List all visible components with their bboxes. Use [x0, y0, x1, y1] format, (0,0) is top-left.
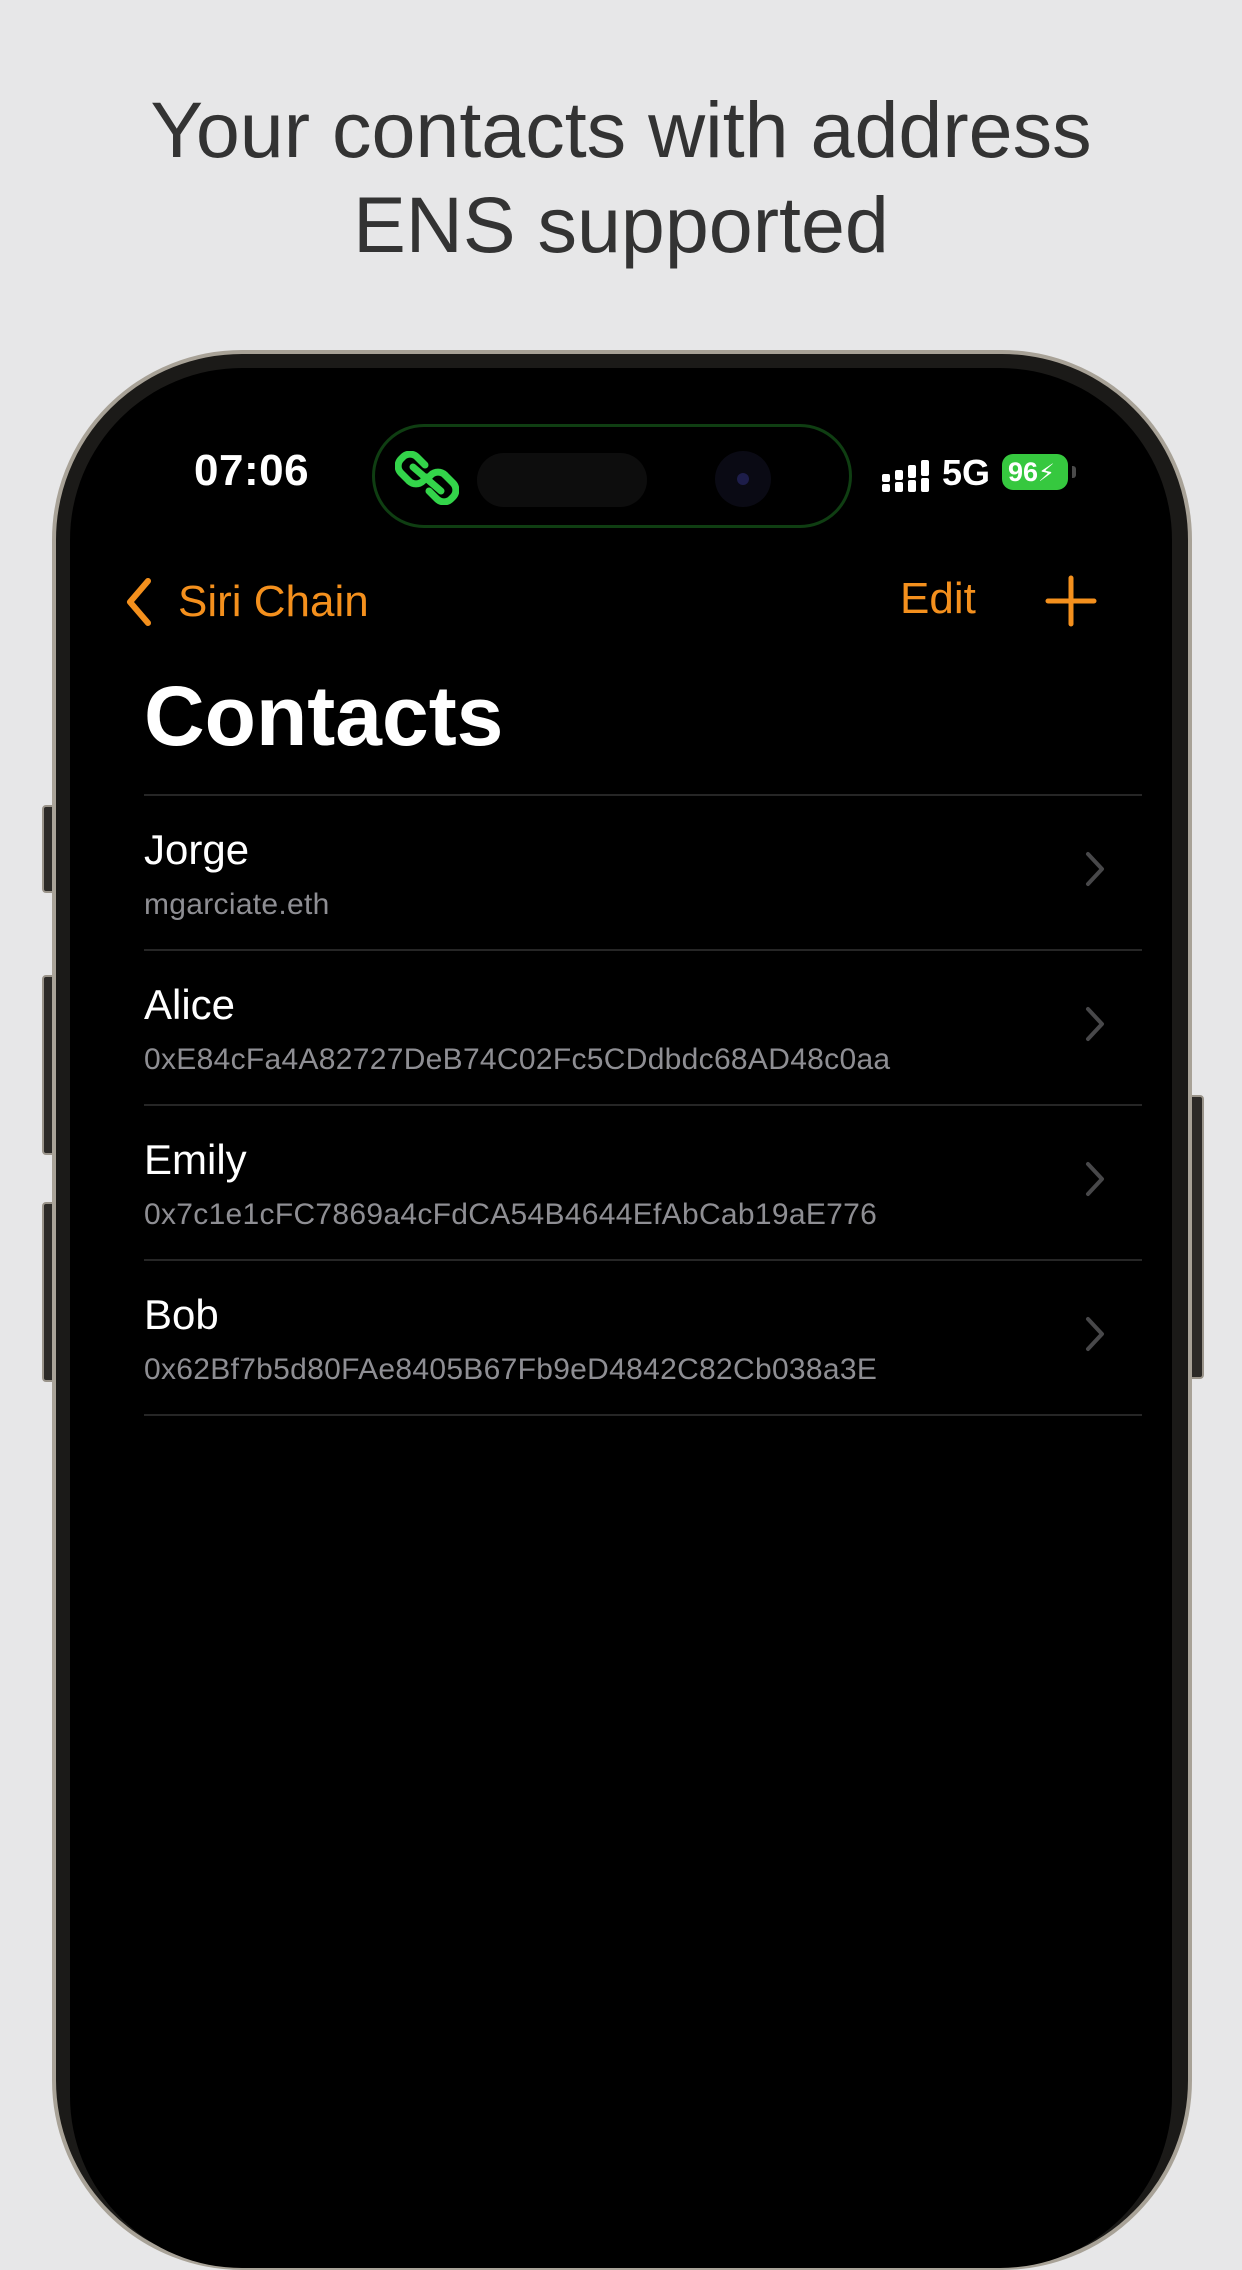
contact-name: Alice	[144, 981, 236, 1028]
back-button[interactable]: Siri Chain	[122, 572, 369, 632]
contact-address: 0xE84cFa4A82727DeB74C02Fc5CDdbdc68AD48c0…	[144, 1043, 891, 1076]
contacts-list: Jorge mgarciate.eth Alice 0xE84cFa4A8272…	[144, 794, 1142, 1416]
contact-name: Jorge	[144, 826, 250, 873]
promo-headline-line-2: ENS supported	[353, 180, 889, 269]
chevron-right-icon	[1086, 1162, 1104, 1196]
cellular-signal-icon	[882, 460, 929, 492]
phone-screen: 07:06 5G 96⚡ Siri Chain Edit Contacts Jo…	[70, 368, 1172, 2268]
battery-level: 96	[1008, 457, 1039, 487]
contact-row[interactable]: Alice 0xE84cFa4A82727DeB74C02Fc5CDdbdc68…	[144, 951, 1142, 1104]
contact-name: Emily	[144, 1136, 247, 1183]
battery-cap	[1072, 466, 1076, 478]
battery-indicator: 96⚡	[1002, 454, 1068, 490]
status-time: 07:06	[194, 446, 310, 495]
charging-bolt-icon: ⚡	[1038, 460, 1055, 487]
contact-row[interactable]: Bob 0x62Bf7b5d80FAe8405B67Fb9eD4842C82Cb…	[144, 1261, 1142, 1414]
network-type: 5G	[942, 452, 991, 493]
chevron-right-icon	[1086, 1317, 1104, 1351]
front-camera	[715, 451, 771, 507]
power-button	[1190, 1095, 1204, 1379]
link-chain-icon	[395, 451, 459, 505]
list-divider	[144, 1414, 1142, 1416]
chevron-right-icon	[1086, 1007, 1104, 1041]
contact-row[interactable]: Jorge mgarciate.eth	[144, 796, 1142, 949]
dynamic-island	[372, 424, 852, 528]
contact-row[interactable]: Emily 0x7c1e1cFC7869a4cFdCA54B4644EfAbCa…	[144, 1106, 1142, 1259]
edit-button[interactable]: Edit	[900, 574, 976, 624]
page-title: Contacts	[144, 669, 504, 763]
chevron-left-icon	[127, 578, 151, 626]
chevron-right-icon	[1086, 852, 1104, 886]
back-button-label: Siri Chain	[178, 577, 369, 626]
contact-address: 0x7c1e1cFC7869a4cFdCA54B4644EfAbCab19aE7…	[144, 1198, 878, 1231]
island-sensor-pill	[477, 453, 647, 507]
promo-headline: Your contacts with address ENS supported	[0, 82, 1242, 272]
contact-address: mgarciate.eth	[144, 888, 330, 921]
plus-icon[interactable]	[1044, 574, 1098, 628]
contact-address: 0x62Bf7b5d80FAe8405B67Fb9eD4842C82Cb038a…	[144, 1353, 878, 1386]
contact-name: Bob	[144, 1291, 219, 1338]
promo-headline-line-1: Your contacts with address	[150, 85, 1092, 174]
